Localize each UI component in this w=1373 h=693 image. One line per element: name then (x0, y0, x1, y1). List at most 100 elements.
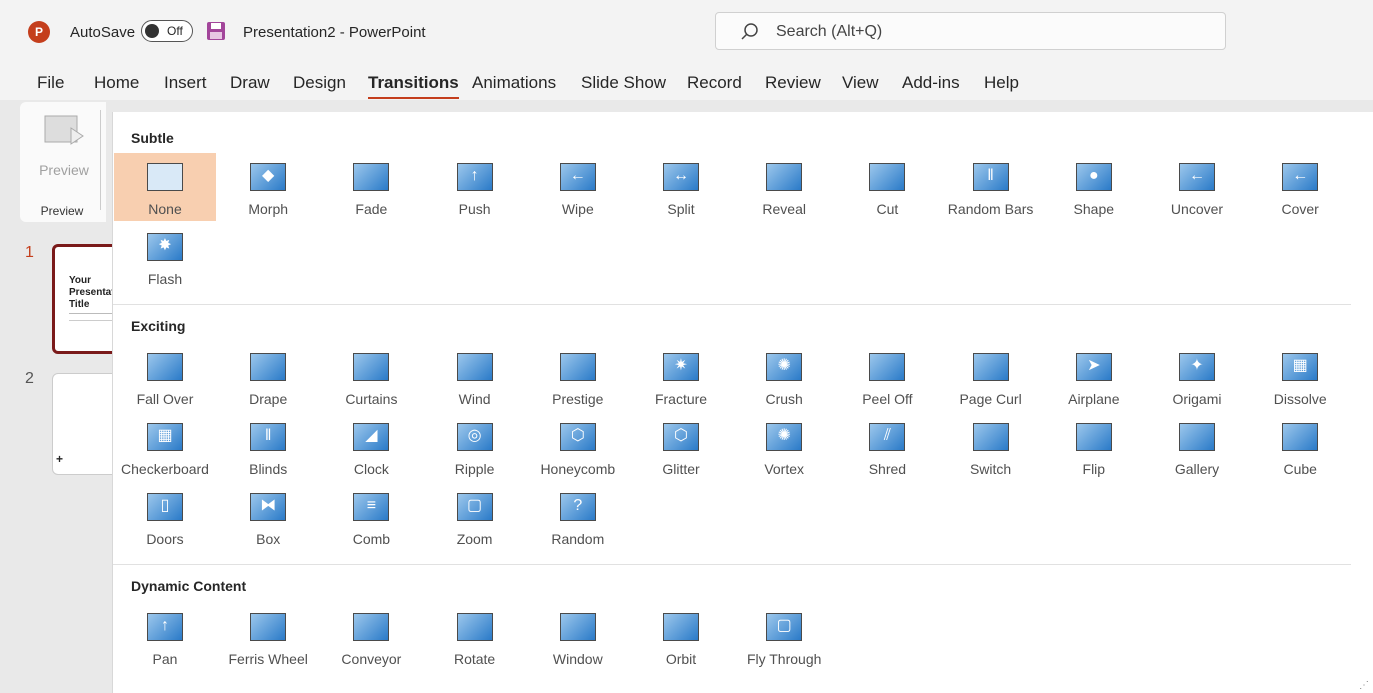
transition-dissolve[interactable]: ▦ Dissolve (1249, 343, 1351, 411)
icon-glyph: ⬡ (674, 427, 688, 444)
transition-label: Flash (147, 271, 183, 287)
transition-checkerboard[interactable]: ▦ Checkerboard (114, 413, 216, 481)
transition-airplane[interactable]: ➤ Airplane (1043, 343, 1145, 411)
transition-box[interactable]: ⧓ Box (217, 483, 319, 551)
transition-pan[interactable]: ↑ Pan (114, 603, 216, 671)
autosave-toggle[interactable]: Off (141, 20, 193, 42)
transition-wind[interactable]: Wind (424, 343, 526, 411)
transition-fly-through[interactable]: ▢ Fly Through (733, 603, 835, 671)
save-icon[interactable] (206, 21, 226, 41)
transition-fade[interactable]: Fade (320, 153, 422, 221)
resize-grip-icon[interactable]: ⋰ (1359, 680, 1369, 691)
transition-fall-over[interactable]: Fall Over (114, 343, 216, 411)
transition-orbit[interactable]: Orbit (630, 603, 732, 671)
transition-label: Split (667, 201, 695, 217)
transition-morph[interactable]: ◆ Morph (217, 153, 319, 221)
transition-cube[interactable]: Cube (1249, 413, 1351, 481)
transition-label: Shred (868, 461, 907, 477)
icon-glyph: ✷ (674, 357, 688, 374)
transition-random-bars[interactable]: ‖ Random Bars (940, 153, 1042, 221)
transition-switch[interactable]: Switch (940, 413, 1042, 481)
transition-ferris-wheel[interactable]: Ferris Wheel (217, 603, 319, 671)
transition-label: Dissolve (1273, 391, 1327, 407)
transition-page-curl[interactable]: Page Curl (940, 343, 1042, 411)
transitions-gallery: ⋰ Subtle None ◆ Morph Fade ↑ Push ← Wipe ↔ Split Re… (112, 112, 1373, 693)
transition-wipe[interactable]: ← Wipe (527, 153, 629, 221)
transition-honeycomb[interactable]: ⬡ Honeycomb (527, 413, 629, 481)
transition-rotate[interactable]: Rotate (424, 603, 526, 671)
transition-flip[interactable]: Flip (1043, 413, 1145, 481)
search-box[interactable] (715, 12, 1226, 50)
transition-curtains[interactable]: Curtains (320, 343, 422, 411)
transition-label: Airplane (1068, 391, 1120, 407)
switch-transition-icon (972, 423, 1009, 451)
transition-comb[interactable]: ≡ Comb (320, 483, 422, 551)
section-heading: Exciting (131, 318, 186, 334)
tab-draw[interactable]: Draw (230, 73, 270, 93)
slide-number: 2 (25, 370, 34, 387)
transition-label: Switch (969, 461, 1012, 477)
tab-slide-show[interactable]: Slide Show (581, 73, 666, 93)
tab-add-ins[interactable]: Add-ins (902, 73, 960, 93)
transition-label: Gallery (1174, 461, 1220, 477)
tab-review[interactable]: Review (765, 73, 821, 93)
powerpoint-logo-icon: P (28, 21, 50, 43)
cut-transition-icon (869, 163, 906, 191)
transition-shred[interactable]: ⫽ Shred (836, 413, 938, 481)
transition-reveal[interactable]: Reveal (733, 153, 835, 221)
honeycomb-transition-icon: ⬡ (559, 423, 596, 451)
tab-animations[interactable]: Animations (472, 73, 556, 93)
transition-label: None (148, 201, 182, 217)
transition-label: Cut (876, 201, 899, 217)
transition-conveyor[interactable]: Conveyor (320, 603, 422, 671)
tab-file[interactable]: File (37, 73, 64, 93)
transition-cover[interactable]: ← Cover (1249, 153, 1351, 221)
transition-label: Zoom (456, 531, 493, 547)
search-input[interactable] (774, 19, 1198, 45)
transition-vortex[interactable]: ✺ Vortex (733, 413, 835, 481)
transition-window[interactable]: Window (527, 603, 629, 671)
transition-crush[interactable]: ✺ Crush (733, 343, 835, 411)
transition-label: Fracture (654, 391, 708, 407)
transition-clock[interactable]: ◢ Clock (320, 413, 422, 481)
flash-transition-icon: ✸ (147, 233, 183, 261)
tab-help[interactable]: Help (984, 73, 1019, 93)
transition-prestige[interactable]: Prestige (527, 343, 629, 411)
transition-fracture[interactable]: ✷ Fracture (630, 343, 732, 411)
transition-origami[interactable]: ✦ Origami (1146, 343, 1248, 411)
transition-label: Window (552, 651, 603, 667)
wind-transition-icon (456, 353, 493, 381)
tab-design[interactable]: Design (293, 73, 346, 93)
transition-label: Random (551, 531, 605, 547)
transition-uncover[interactable]: ← Uncover (1146, 153, 1248, 221)
transition-cut[interactable]: Cut (836, 153, 938, 221)
transition-zoom[interactable]: ▢ Zoom (424, 483, 526, 551)
none-transition-icon (147, 163, 183, 191)
transition-gallery[interactable]: Gallery (1146, 413, 1248, 481)
transition-ripple[interactable]: ◎ Ripple (424, 413, 526, 481)
transition-glitter[interactable]: ⬡ Glitter (630, 413, 732, 481)
transition-split[interactable]: ↔ Split (630, 153, 732, 221)
preview-button[interactable]: Preview (32, 112, 96, 178)
transition-label: Shape (1073, 201, 1115, 217)
tab-record[interactable]: Record (687, 73, 742, 93)
tab-transitions[interactable]: Transitions (368, 73, 459, 99)
transition-blinds[interactable]: ‖ Blinds (217, 413, 319, 481)
transition-flash[interactable]: ✸ Flash (114, 223, 216, 291)
transition-drape[interactable]: Drape (217, 343, 319, 411)
comb-transition-icon: ≡ (353, 493, 390, 521)
transition-label: Fly Through (746, 651, 822, 667)
tab-view[interactable]: View (842, 73, 879, 93)
transition-doors[interactable]: ▯ Doors (114, 483, 216, 551)
transition-label: Cover (1281, 201, 1319, 217)
icon-glyph: ↔ (673, 167, 689, 184)
icon-glyph: ↑ (161, 617, 169, 634)
transition-shape[interactable]: ● Shape (1043, 153, 1145, 221)
transition-peel-off[interactable]: Peel Off (836, 343, 938, 411)
tab-insert[interactable]: Insert (164, 73, 207, 93)
transition-push[interactable]: ↑ Push (424, 153, 526, 221)
icon-glyph: ➤ (1087, 357, 1101, 374)
transition-random[interactable]: ? Random (527, 483, 629, 551)
tab-home[interactable]: Home (94, 73, 139, 93)
transition-none[interactable]: None (114, 153, 216, 221)
